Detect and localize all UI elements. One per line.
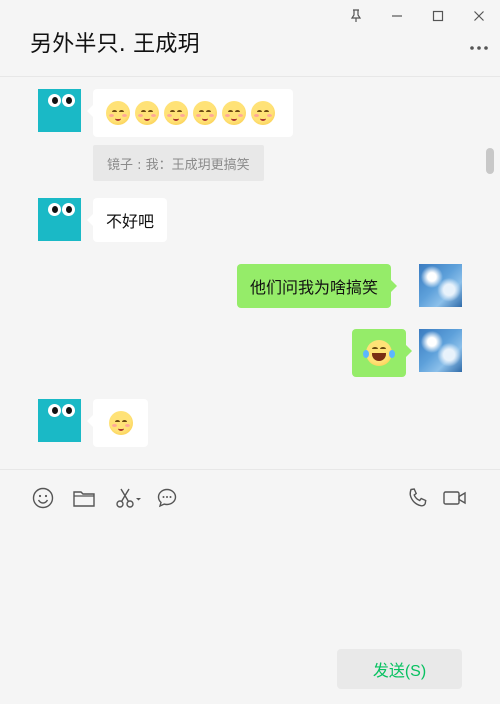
message-bubble-text[interactable]: 不好吧 [86,198,168,242]
chat-header: 另外半只. 王成玥 [0,0,500,77]
maximize-icon[interactable] [428,6,448,26]
message-bubble-text-outgoing[interactable]: 他们问我为啥搞笑 [237,264,398,308]
scissors-icon[interactable] [113,486,143,510]
folder-icon[interactable] [72,486,96,510]
blush-smile-emoji-icon [251,101,275,125]
pin-icon[interactable] [346,6,366,26]
contact-avatar[interactable] [38,198,81,241]
chat-bubble-icon[interactable] [155,486,179,510]
chat-title: 另外半只. 王成玥 [30,32,200,57]
message-bubble-emoji[interactable] [87,399,148,447]
video-icon[interactable] [441,486,469,510]
my-avatar[interactable] [419,264,462,307]
emoji-icon[interactable] [31,486,55,510]
blush-smile-emoji-icon [193,101,217,125]
scrollbar-thumb[interactable] [486,148,494,174]
phone-icon[interactable] [406,486,430,510]
message-list[interactable]: 镜子 : 我：王成玥更搞笑 不好吧 他们问我为啥搞笑 [0,77,500,469]
contact-avatar[interactable] [38,89,81,132]
send-button[interactable]: 发送(S) [337,649,462,689]
blush-smile-emoji-icon [106,101,130,125]
message-input[interactable] [0,520,500,640]
blush-smile-emoji-icon [135,101,159,125]
minimize-icon[interactable] [387,6,407,26]
blush-smile-emoji-icon [108,411,133,435]
quoted-message[interactable]: 镜子 : 我：王成玥更搞笑 [93,145,264,181]
close-icon[interactable] [469,6,489,26]
blush-smile-emoji-icon [222,101,246,125]
contact-avatar[interactable] [38,399,81,442]
tears-of-joy-emoji-icon [363,340,395,366]
composer-divider [0,469,500,470]
message-bubble-emoji-outgoing[interactable] [352,329,412,377]
blush-smile-emoji-icon [164,101,188,125]
message-bubble-emoji-row[interactable] [87,89,293,137]
more-dots-icon[interactable] [468,38,490,58]
my-avatar[interactable] [419,329,462,372]
chat-window: 另外半只. 王成玥 镜子: 我：王成玥更搞笑 不好吧 他们问我为啥搞笑 发送(… [0,0,500,704]
